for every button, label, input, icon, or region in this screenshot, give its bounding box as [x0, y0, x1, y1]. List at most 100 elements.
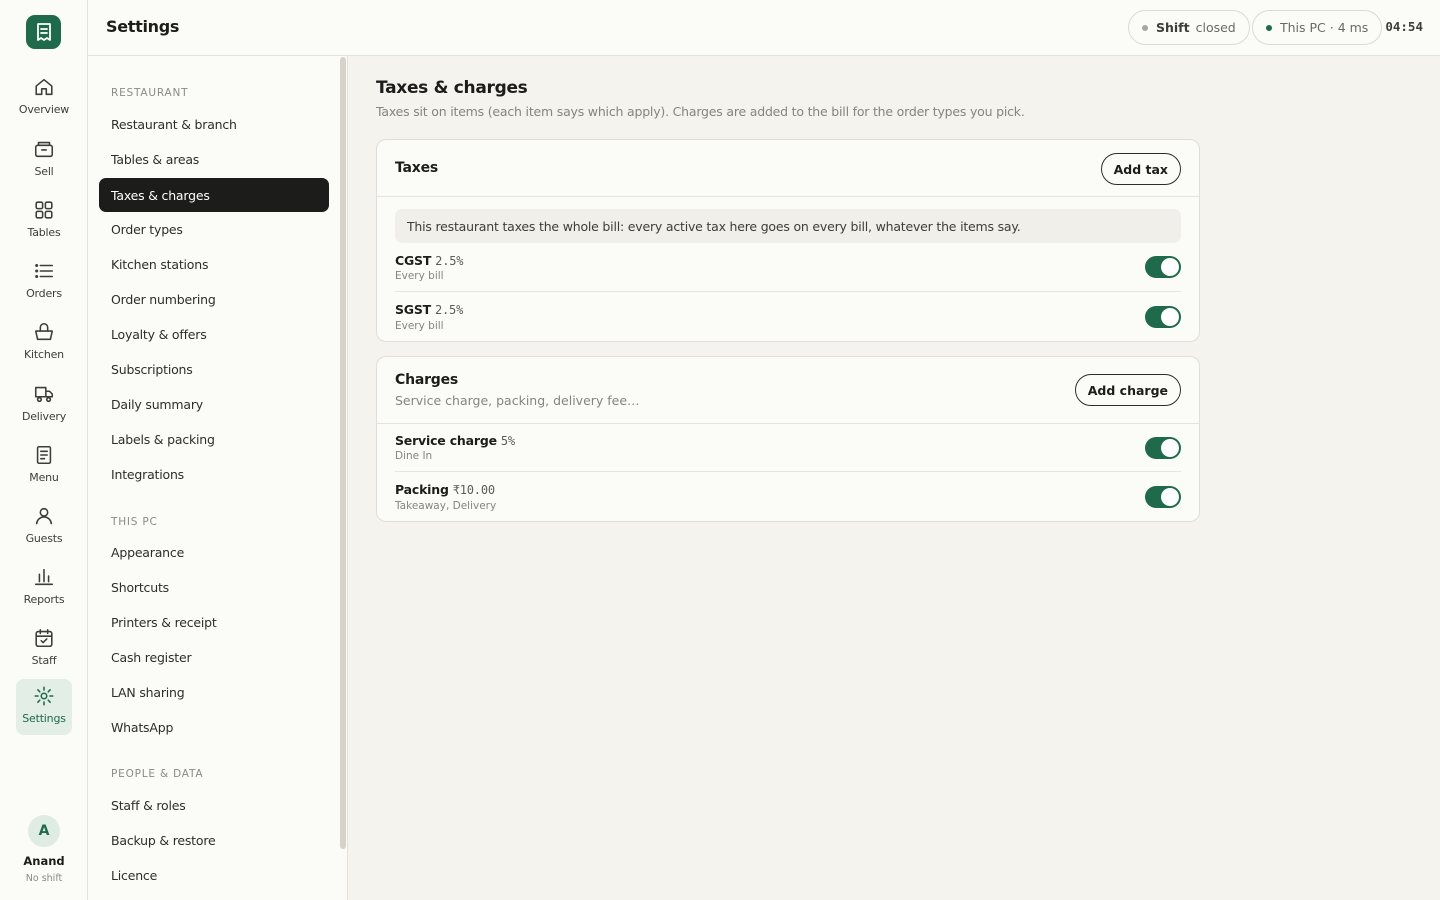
- settings-nav-item[interactable]: LAN sharing: [99, 675, 329, 709]
- menu-icon: [36, 445, 52, 465]
- tax-row-cgst: CGST 2.5%: [395, 253, 463, 268]
- rail-item-label: Delivery: [21, 410, 67, 423]
- rail-item-tables[interactable]: Tables: [16, 193, 72, 249]
- bar-chart-icon: [34, 568, 54, 586]
- rail-item-label: Overview: [18, 103, 70, 116]
- user-profile[interactable]: A Anand No shift: [0, 815, 88, 884]
- settings-nav-item[interactable]: Kitchen stations: [99, 247, 329, 281]
- tax-name: CGST: [395, 253, 432, 268]
- connection-status: This PC · 4 ms: [1280, 20, 1369, 35]
- sgst-toggle[interactable]: [1145, 306, 1181, 328]
- rail-item-label: Orders: [26, 287, 62, 300]
- shift-label: Shift: [1156, 20, 1190, 35]
- user-name: Anand: [23, 854, 65, 868]
- register-icon: [34, 141, 54, 158]
- settings-nav-item[interactable]: Cash register: [99, 640, 329, 674]
- divider: [377, 423, 1199, 424]
- rail-item-sell[interactable]: Sell: [16, 132, 72, 188]
- rail-item-label: Reports: [23, 593, 65, 606]
- service-charge-toggle[interactable]: [1145, 437, 1181, 459]
- settings-nav-item[interactable]: Printers & receipt: [99, 605, 329, 639]
- row-divider: [395, 291, 1181, 292]
- list-icon: [35, 263, 54, 279]
- section-heading: Taxes & charges: [376, 78, 528, 98]
- charge-order-types: Takeaway, Delivery: [395, 500, 497, 512]
- app-logo-icon[interactable]: [26, 15, 61, 49]
- settings-nav-item[interactable]: Backup & restore: [99, 823, 329, 857]
- settings-nav-item[interactable]: Shortcuts: [99, 570, 329, 604]
- rail-item-menu[interactable]: Menu: [16, 438, 72, 494]
- shift-status-pill[interactable]: Shift closed: [1128, 10, 1250, 45]
- rail-item-orders[interactable]: Orders: [16, 254, 72, 310]
- rail-item-label: Settings: [22, 712, 66, 725]
- rail-item-staff[interactable]: Staff: [16, 621, 72, 677]
- settings-nav-item[interactable]: Staff & roles: [99, 788, 329, 822]
- tax-rate: 2.5%: [435, 254, 464, 268]
- tax-rate: 2.5%: [435, 303, 464, 317]
- rail-item-settings[interactable]: Settings: [16, 679, 72, 735]
- tax-scope: Every bill: [395, 270, 444, 282]
- rail-item-label: Tables: [27, 226, 61, 239]
- charge-row-service: Service charge 5%: [395, 433, 515, 448]
- page-title: Settings: [106, 17, 180, 36]
- clock: 04:54: [1385, 19, 1423, 34]
- add-tax-button[interactable]: Add tax: [1100, 153, 1181, 185]
- packing-toggle[interactable]: [1145, 486, 1181, 508]
- section-description: Taxes sit on items (each item says which…: [376, 104, 1025, 119]
- toggle-knob: [1161, 439, 1179, 457]
- rail-item-label: Kitchen: [24, 348, 64, 361]
- tax-row-sgst: SGST 2.5%: [395, 302, 463, 317]
- settings-nav-item[interactable]: Restaurant & branch: [99, 107, 329, 141]
- connection-dot-icon: [1266, 24, 1272, 31]
- tax-name: SGST: [395, 302, 431, 317]
- user-shift-status: No shift: [25, 873, 63, 884]
- home-icon: [35, 78, 53, 96]
- shift-status: closed: [1195, 20, 1236, 35]
- toggle-knob: [1161, 258, 1179, 276]
- charge-name: Service charge: [395, 433, 497, 448]
- rail-item-label: Guests: [25, 532, 63, 545]
- settings-nav-item[interactable]: Appearance: [99, 535, 329, 569]
- section-title: Restaurant: [111, 87, 189, 99]
- whole-bill-tax-note: This restaurant taxes the whole bill: ev…: [395, 209, 1181, 243]
- settings-nav-scrollbar[interactable]: [340, 57, 346, 849]
- settings-nav-item[interactable]: Subscriptions: [99, 352, 329, 386]
- grid-icon: [35, 201, 53, 219]
- charge-order-types: Dine In: [395, 450, 433, 462]
- settings-nav-item[interactable]: Licence: [99, 858, 329, 892]
- avatar[interactable]: A: [28, 815, 60, 847]
- rail-item-reports[interactable]: Reports: [16, 560, 72, 616]
- cgst-toggle[interactable]: [1145, 256, 1181, 278]
- settings-nav: Restaurant Restaurant & branch Tables & …: [88, 56, 348, 900]
- rail-item-guests[interactable]: Guests: [16, 499, 72, 555]
- taxes-card: Taxes Add tax This restaurant taxes the …: [376, 139, 1200, 342]
- connection-pill[interactable]: This PC · 4 ms: [1252, 10, 1383, 45]
- section-title: This PC: [111, 516, 158, 528]
- status-dot-icon: [1142, 24, 1148, 31]
- delivery-icon: [34, 386, 54, 403]
- rail-item-label: Sell: [34, 165, 54, 178]
- toggle-knob: [1161, 308, 1179, 326]
- row-divider: [395, 471, 1181, 472]
- settings-nav-item[interactable]: Daily summary: [99, 387, 329, 421]
- icon-rail: Overview Sell Tables Orders Kitchen Deli…: [0, 0, 88, 900]
- rail-item-delivery[interactable]: Delivery: [16, 377, 72, 433]
- settings-nav-item-active[interactable]: Taxes & charges: [99, 178, 329, 212]
- settings-nav-item[interactable]: Tables & areas: [99, 142, 329, 176]
- section-title: People & data: [111, 768, 204, 780]
- charges-description: Service charge, packing, delivery fee…: [395, 393, 640, 408]
- add-charge-button[interactable]: Add charge: [1074, 374, 1181, 406]
- charges-title: Charges: [395, 372, 459, 388]
- settings-nav-item[interactable]: Labels & packing: [99, 422, 329, 456]
- settings-nav-item[interactable]: Order types: [99, 212, 329, 246]
- tax-scope: Every bill: [395, 320, 444, 332]
- settings-nav-item[interactable]: Order numbering: [99, 282, 329, 316]
- rail-item-kitchen[interactable]: Kitchen: [16, 315, 72, 371]
- rail-item-overview[interactable]: Overview: [16, 70, 72, 126]
- toggle-knob: [1161, 488, 1179, 506]
- gear-icon: [34, 686, 54, 706]
- top-bar: Settings Shift closed This PC · 4 ms 04:…: [88, 0, 1440, 56]
- settings-nav-item[interactable]: Integrations: [99, 457, 329, 491]
- settings-nav-item[interactable]: Loyalty & offers: [99, 317, 329, 351]
- settings-nav-item[interactable]: WhatsApp: [99, 710, 329, 744]
